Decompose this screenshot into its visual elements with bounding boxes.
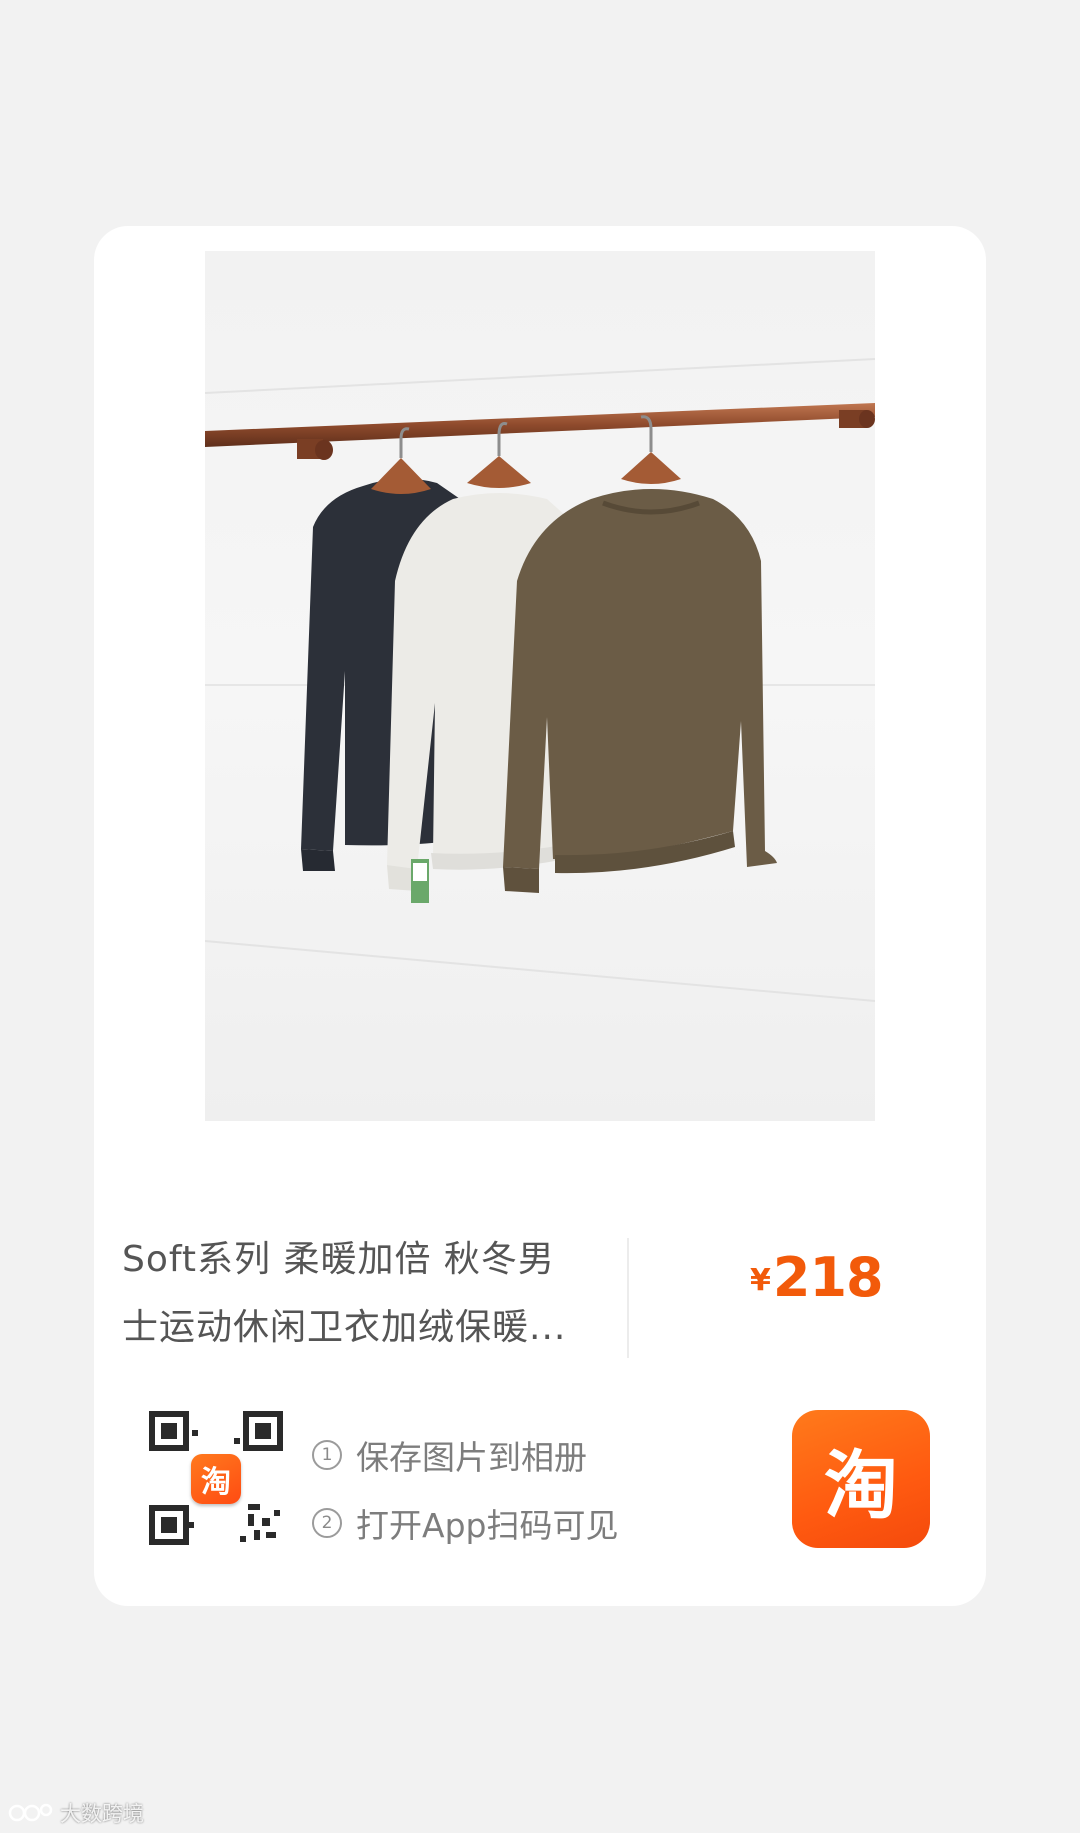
step-text: 打开App扫码可见 [356,1506,619,1545]
product-image [205,251,875,1121]
product-title-line2: 士运动休闲卫衣加绒保暖... [122,1307,567,1348]
instruction-steps: 1 保存图片到相册 2 打开App扫码可见 [312,1421,618,1557]
watermark: 大数跨境 [8,1798,144,1828]
taobao-logo-icon[interactable]: 淘 [792,1410,930,1548]
watermark-logo-icon [8,1803,53,1822]
watermark-text: 大数跨境 [60,1802,144,1826]
divider [627,1238,629,1358]
step-save-image: 1 保存图片到相册 [312,1421,618,1489]
step-number-icon: 1 [312,1440,342,1470]
qr-taobao-logo-icon: 淘 [191,1454,241,1504]
price-currency: ¥ [750,1263,771,1298]
product-price: ¥218 [750,1246,884,1309]
step-text: 保存图片到相册 [356,1438,587,1477]
share-card: Soft系列 柔暖加倍 秋冬男 士运动休闲卫衣加绒保暖... ¥218 淘 1 [94,226,986,1606]
product-title[interactable]: Soft系列 柔暖加倍 秋冬男 士运动休闲卫衣加绒保暖... [122,1226,632,1362]
product-title-line1: Soft系列 柔暖加倍 秋冬男 [122,1239,555,1280]
price-amount: 218 [772,1246,884,1309]
step-number-icon: 2 [312,1508,342,1538]
step-open-app: 2 打开App扫码可见 [312,1489,618,1557]
